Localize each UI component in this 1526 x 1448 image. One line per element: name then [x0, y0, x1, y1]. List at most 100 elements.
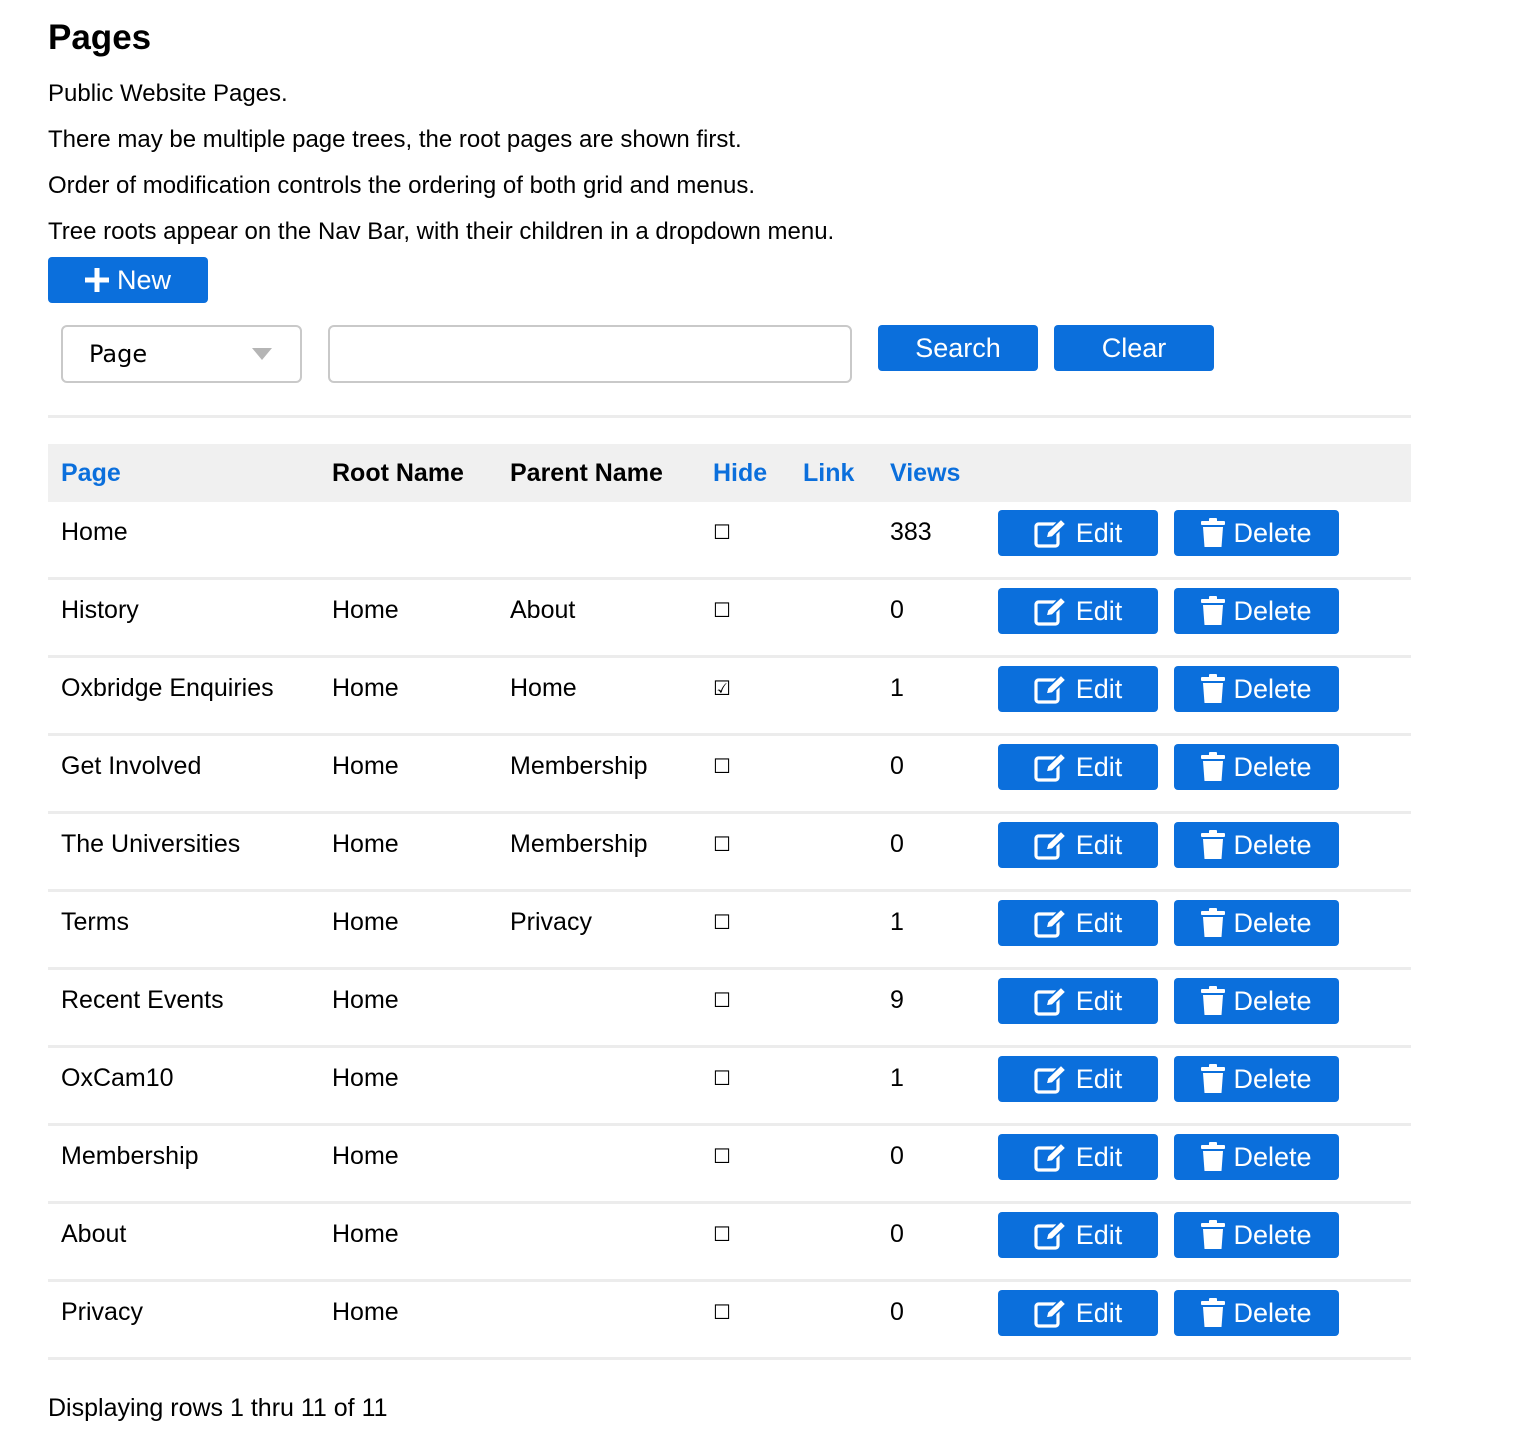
table-row: Oxbridge Enquiries Home Home ☑ 1 Edit Delete — [48, 658, 1411, 736]
column-header-root-name: Root Name — [332, 459, 464, 487]
cell-hide-checkbox: ☐ — [713, 1066, 731, 1090]
table-row: Get Involved Home Membership ☐ 0 Edit Delete — [48, 736, 1411, 814]
table-row: The Universities Home Membership ☐ 0 Edit Dele… — [48, 814, 1411, 892]
cell-views: 9 — [890, 986, 904, 1014]
delete-button-label: Delete — [1233, 595, 1312, 626]
cell-page: Oxbridge Enquiries — [61, 674, 274, 702]
cell-page: Get Involved — [61, 752, 202, 780]
search-input[interactable] — [328, 325, 852, 383]
edit-button-label: Edit — [1075, 829, 1123, 860]
column-header-views[interactable]: Views — [890, 444, 960, 502]
trash-icon — [1201, 830, 1226, 860]
table-row: Terms Home Privacy ☐ 1 Edit Delete — [48, 892, 1411, 970]
delete-button[interactable]: Delete — [1174, 1290, 1339, 1336]
edit-button[interactable]: Edit — [998, 978, 1158, 1024]
cell-parent-name: Home — [510, 674, 577, 702]
trash-icon — [1201, 1064, 1226, 1094]
edit-button-label: Edit — [1075, 517, 1123, 548]
search-field-select-value: Page — [89, 340, 148, 368]
cell-views: 1 — [890, 908, 904, 936]
edit-button[interactable]: Edit — [998, 1056, 1158, 1102]
cell-root-name: Home — [332, 830, 399, 858]
delete-button-label: Delete — [1233, 751, 1312, 782]
table-row: About Home ☐ 0 Edit Delete — [48, 1204, 1411, 1282]
cell-hide-checkbox: ☐ — [713, 988, 731, 1012]
table-header: Page Root Name Parent Name Hide Link Vie… — [48, 444, 1411, 502]
edit-button[interactable]: Edit — [998, 666, 1158, 712]
edit-button[interactable]: Edit — [998, 1134, 1158, 1180]
edit-button-label: Edit — [1075, 907, 1123, 938]
edit-button-label: Edit — [1075, 985, 1123, 1016]
edit-button[interactable]: Edit — [998, 510, 1158, 556]
cell-views: 0 — [890, 596, 904, 624]
edit-button-label: Edit — [1075, 1063, 1123, 1094]
delete-button-label: Delete — [1233, 985, 1312, 1016]
delete-button[interactable]: Delete — [1174, 1056, 1339, 1102]
column-header-page[interactable]: Page — [61, 444, 121, 502]
delete-button-label: Delete — [1233, 673, 1312, 704]
trash-icon — [1201, 1220, 1226, 1250]
delete-button[interactable]: Delete — [1174, 822, 1339, 868]
cell-page: OxCam10 — [61, 1064, 174, 1092]
cell-hide-checkbox: ☑ — [713, 676, 731, 700]
trash-icon — [1201, 674, 1226, 704]
table-row: Home ☐ 383 Edit Delete — [48, 502, 1411, 580]
delete-button[interactable]: Delete — [1174, 744, 1339, 790]
cell-hide-checkbox: ☐ — [713, 910, 731, 934]
table-row: Privacy Home ☐ 0 Edit Delete — [48, 1282, 1411, 1360]
new-button[interactable]: New — [48, 257, 208, 303]
edit-icon — [1034, 986, 1068, 1016]
cell-page: Membership — [61, 1142, 199, 1170]
cell-page: Privacy — [61, 1298, 143, 1326]
delete-button-label: Delete — [1233, 517, 1312, 548]
search-field-select[interactable]: Page — [61, 325, 302, 383]
cell-hide-checkbox: ☐ — [713, 1222, 731, 1246]
edit-icon — [1034, 1142, 1068, 1172]
cell-root-name: Home — [332, 986, 399, 1014]
delete-button[interactable]: Delete — [1174, 900, 1339, 946]
edit-icon — [1034, 1064, 1068, 1094]
edit-button[interactable]: Edit — [998, 744, 1158, 790]
edit-button[interactable]: Edit — [998, 1290, 1158, 1336]
page-description-4: Tree roots appear on the Nav Bar, with t… — [48, 218, 835, 245]
edit-button[interactable]: Edit — [998, 588, 1158, 634]
cell-root-name: Home — [332, 1142, 399, 1170]
clear-button[interactable]: Clear — [1054, 325, 1214, 371]
delete-button[interactable]: Delete — [1174, 1212, 1339, 1258]
page-description-3: Order of modification controls the order… — [48, 172, 756, 199]
cell-root-name: Home — [332, 1220, 399, 1248]
edit-icon — [1034, 1220, 1068, 1250]
delete-button[interactable]: Delete — [1174, 588, 1339, 634]
chevron-down-icon — [252, 348, 272, 360]
cell-parent-name: About — [510, 596, 576, 624]
cell-parent-name: Membership — [510, 752, 648, 780]
trash-icon — [1201, 752, 1226, 782]
delete-button[interactable]: Delete — [1174, 666, 1339, 712]
column-header-link[interactable]: Link — [803, 444, 854, 502]
search-button-label: Search — [915, 332, 1001, 363]
edit-icon — [1034, 518, 1068, 548]
page-title: Pages — [48, 18, 152, 57]
edit-button-label: Edit — [1075, 1297, 1123, 1328]
edit-button[interactable]: Edit — [998, 822, 1158, 868]
column-header-hide[interactable]: Hide — [713, 444, 767, 502]
delete-button-label: Delete — [1233, 829, 1312, 860]
delete-button[interactable]: Delete — [1174, 510, 1339, 556]
delete-button-label: Delete — [1233, 907, 1312, 938]
edit-button[interactable]: Edit — [998, 900, 1158, 946]
delete-button[interactable]: Delete — [1174, 978, 1339, 1024]
edit-icon — [1034, 596, 1068, 626]
pagination-status: Displaying rows 1 thru 11 of 11 — [48, 1394, 388, 1422]
edit-button[interactable]: Edit — [998, 1212, 1158, 1258]
cell-views: 383 — [890, 518, 932, 546]
search-button[interactable]: Search — [878, 325, 1038, 371]
delete-button[interactable]: Delete — [1174, 1134, 1339, 1180]
edit-button-label: Edit — [1075, 1141, 1123, 1172]
edit-button-label: Edit — [1075, 595, 1123, 626]
edit-icon — [1034, 830, 1068, 860]
table-row: History Home About ☐ 0 Edit Delete — [48, 580, 1411, 658]
cell-hide-checkbox: ☐ — [713, 1144, 731, 1168]
cell-page: Home — [61, 518, 128, 546]
trash-icon — [1201, 1298, 1226, 1328]
cell-views: 0 — [890, 1298, 904, 1326]
